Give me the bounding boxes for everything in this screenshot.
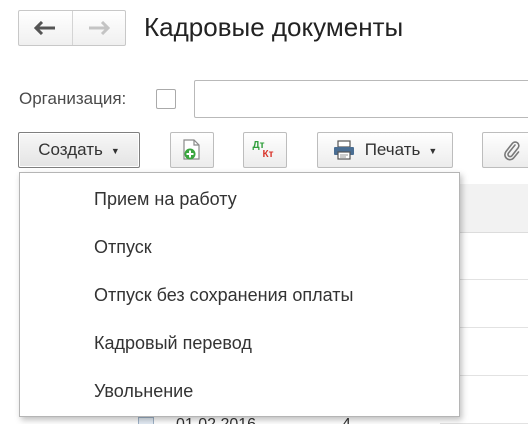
page-title: Кадровые документы: [144, 12, 404, 42]
create-button[interactable]: Создать ▼: [18, 132, 140, 168]
dt-kt-button[interactable]: Дт Кт: [243, 132, 287, 168]
menu-item-unpaid-vacation[interactable]: Отпуск без сохранения оплаты: [20, 273, 459, 317]
organization-field[interactable]: [194, 80, 528, 118]
navigation-buttons: [18, 10, 126, 46]
menu-item-vacation[interactable]: Отпуск: [20, 225, 459, 269]
menu-item-hire[interactable]: Прием на работу: [20, 177, 459, 221]
row-number: 4: [342, 416, 351, 424]
menu-item-label: Отпуск: [94, 236, 152, 257]
attach-button[interactable]: [482, 132, 528, 168]
paperclip-icon: [504, 141, 520, 161]
organization-label: Организация:: [19, 89, 127, 108]
credit-label: Кт: [262, 149, 274, 160]
organization-checkbox[interactable]: [156, 89, 176, 109]
forward-button[interactable]: [71, 11, 126, 45]
arrow-left-icon: [34, 21, 56, 35]
chevron-down-icon: ▼: [110, 146, 120, 156]
menu-item-label: Кадровый перевод: [94, 332, 252, 353]
create-button-label: Создать: [38, 140, 103, 159]
back-button[interactable]: [19, 11, 72, 45]
menu-item-dismissal[interactable]: Увольнение: [20, 369, 459, 413]
create-dropdown-menu: Прием на работу Отпуск Отпуск без сохран…: [19, 172, 460, 417]
print-button-label: Печать: [364, 140, 421, 159]
print-button[interactable]: Печать ▼: [317, 132, 453, 168]
menu-item-transfer[interactable]: Кадровый перевод: [20, 321, 459, 365]
debit-credit-icon: Дт Кт: [252, 141, 274, 160]
add-document-icon: [183, 139, 200, 160]
row-date: 01.02.2016: [176, 416, 256, 424]
add-document-button[interactable]: [170, 132, 214, 168]
printer-icon: [333, 140, 354, 160]
menu-item-label: Прием на работу: [94, 188, 237, 209]
menu-item-label: Отпуск без сохранения оплаты: [94, 284, 354, 305]
menu-item-label: Увольнение: [94, 380, 194, 401]
chevron-down-icon: ▼: [428, 146, 438, 156]
document-icon: [138, 417, 154, 424]
arrow-right-icon: [88, 21, 110, 35]
